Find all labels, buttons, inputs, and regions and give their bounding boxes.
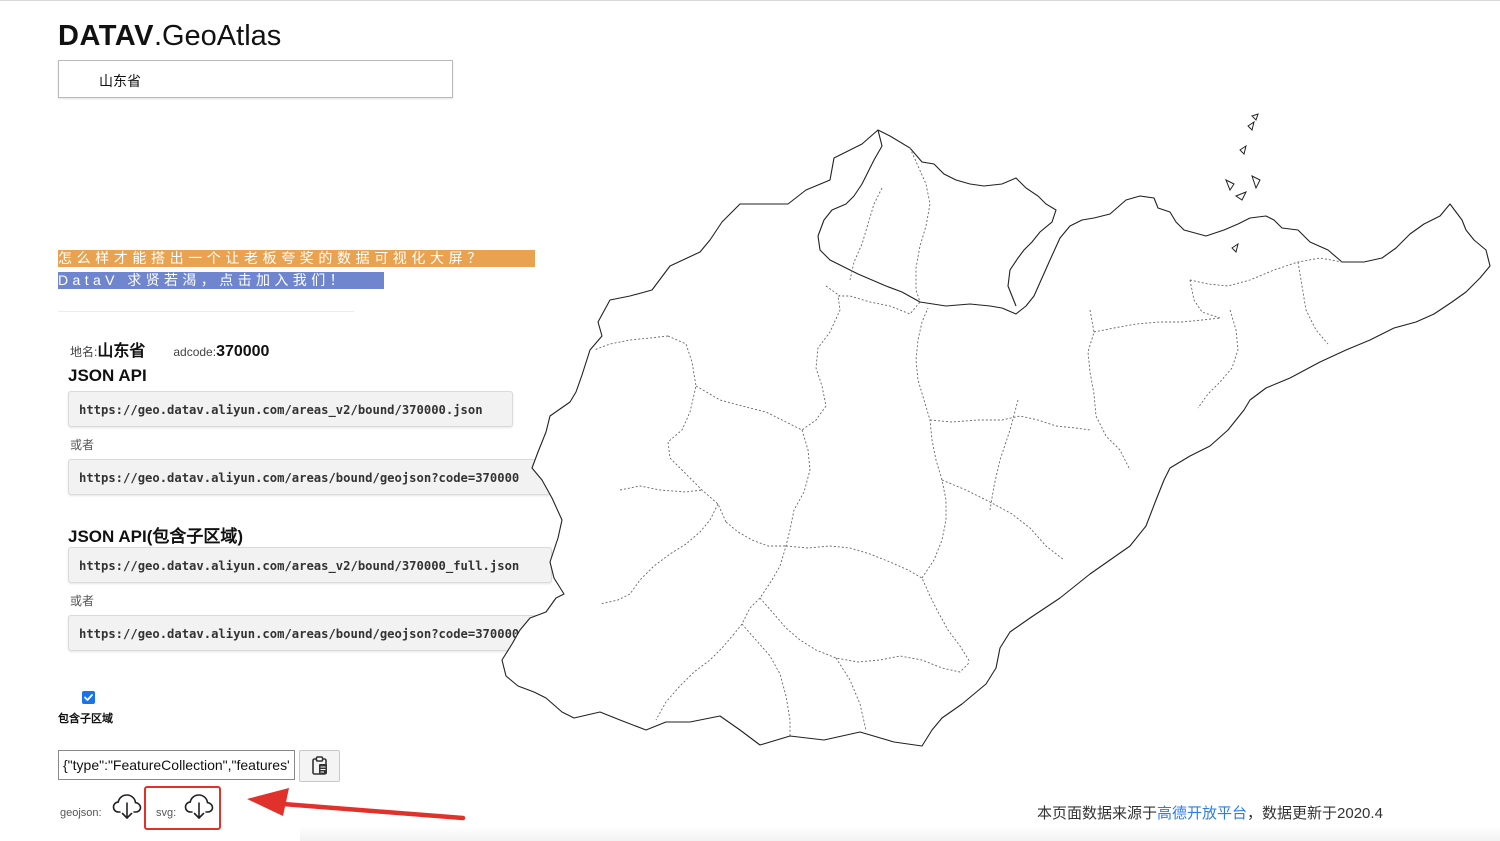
cloud-download-icon	[184, 794, 214, 819]
logo[interactable]: DATAV.GeoAtlas	[58, 18, 281, 54]
adcode-label: adcode:	[173, 345, 217, 359]
region-name-label: 地名:	[70, 345, 98, 359]
geojson-output-field[interactable]	[58, 750, 295, 780]
json-api-geojson-url[interactable]: https://geo.datav.aliyun.com/areas/bound…	[68, 459, 552, 495]
clipboard-icon	[311, 756, 327, 775]
copy-button[interactable]	[299, 750, 340, 782]
svg-download-label: svg:	[156, 807, 177, 819]
region-search-value: 山东省	[99, 73, 141, 89]
or-text-full: 或者	[70, 594, 95, 608]
include-subregions-checkbox[interactable]	[82, 691, 95, 704]
or-text: 或者	[70, 438, 95, 452]
footer-amap-link[interactable]: 高德开放平台	[1157, 805, 1247, 822]
geojson-download-label: geojson:	[60, 807, 102, 819]
recruit-banner-line1[interactable]: 怎么样才能搭出一个让老板夸奖的数据可视化大屏？	[58, 250, 535, 267]
logo-geoatlas: .GeoAtlas	[153, 20, 282, 52]
region-name: 山东省	[97, 343, 146, 360]
include-subregions-label: 包含子区域	[58, 713, 113, 725]
recruit-banner-line2[interactable]: DataV 求贤若渴，点击加入我们！	[58, 272, 384, 289]
divider	[58, 311, 354, 312]
logo-datav: DATAV	[58, 20, 154, 52]
footer-source: 本页面数据来源于高德开放平台，数据更新于2020.4	[1037, 802, 1383, 823]
province-outline-north	[877, 129, 1057, 307]
check-icon	[84, 694, 93, 701]
json-api-full-url[interactable]: https://geo.datav.aliyun.com/areas_v2/bo…	[68, 547, 552, 583]
province-map[interactable]	[490, 100, 1495, 755]
annotation-arrow	[247, 788, 466, 821]
region-meta: 地名:山东省 adcode:370000	[70, 337, 269, 361]
bottom-shade	[300, 826, 1500, 841]
adcode-value: 370000	[216, 343, 270, 360]
json-api-url[interactable]: https://geo.datav.aliyun.com/areas_v2/bo…	[68, 391, 513, 427]
top-border	[0, 0, 1500, 1]
cloud-download-icon	[112, 794, 142, 819]
geojson-download-button[interactable]	[112, 793, 142, 826]
region-search-select[interactable]: 山东省	[58, 60, 453, 98]
json-api-title: JSON API	[68, 366, 147, 385]
footer-prefix: 本页面数据来源于	[1037, 805, 1158, 822]
footer-suffix: ，数据更新于2020.4	[1247, 805, 1383, 822]
svg-download-button[interactable]	[184, 793, 214, 826]
json-api-full-title: JSON API(包含子区域)	[68, 527, 244, 546]
province-outline	[501, 129, 1491, 747]
